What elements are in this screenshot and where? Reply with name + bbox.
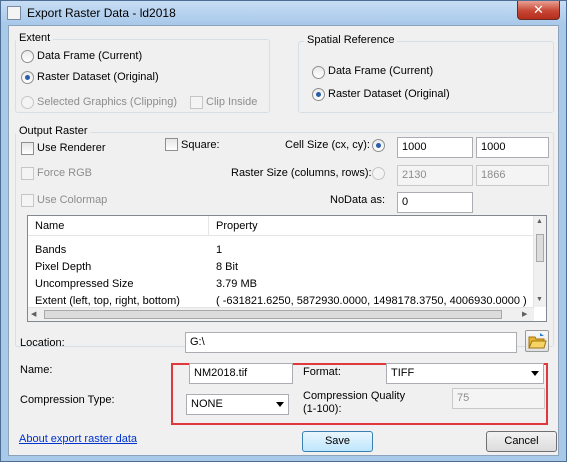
extent-data-frame-label: Data Frame (Current) [37,50,143,62]
property-value: 3.79 MB [216,278,257,290]
window-title: Export Raster Data - ld2018 [27,6,176,20]
vertical-scroll-thumb[interactable] [536,234,544,262]
column-header-property[interactable]: Property [216,220,258,232]
nodata-label: NoData as: [330,194,386,206]
chevron-down-icon [276,402,284,407]
spatial-reference-group [298,41,554,113]
scroll-left-icon[interactable]: ◀ [31,310,36,320]
format-selected-value: TIFF [391,367,415,379]
compression-quality-label-line1: Compression Quality [303,390,406,402]
sr-data-frame-radio[interactable] [312,66,325,79]
save-button[interactable]: Save [302,431,373,452]
location-input[interactable]: G:\ [185,332,517,353]
sr-raster-dataset-radio[interactable] [312,88,325,101]
chevron-down-icon [531,371,539,376]
extent-data-frame-radio[interactable] [21,50,34,63]
cell-size-cx-input[interactable]: 1000 [397,137,473,158]
square-checkbox[interactable] [165,138,178,151]
sr-data-frame-label: Data Frame (Current) [328,65,434,77]
column-header-name[interactable]: Name [35,220,64,232]
compression-type-selected-value: NONE [191,398,223,410]
raster-rows-input[interactable]: 1866 [476,165,549,186]
nodata-input[interactable]: 0 [397,192,473,213]
spatial-reference-group-label: Spatial Reference [304,34,398,46]
app-icon [7,6,21,20]
extent-raster-dataset-label: Raster Dataset (Original) [37,71,159,83]
location-label: Location: [20,337,65,349]
compression-quality-input[interactable]: 75 [452,388,545,409]
property-name: Bands [35,244,67,256]
cancel-button[interactable]: Cancel [486,431,557,452]
title-bar[interactable]: Export Raster Data - ld2018 ✕ [1,1,566,25]
scroll-down-icon[interactable]: ▼ [536,295,543,305]
open-folder-icon [528,333,547,349]
close-button[interactable]: ✕ [517,1,560,20]
raster-size-label: Raster Size (columns, rows): [231,167,372,179]
cell-size-cy-input[interactable]: 1000 [476,137,549,158]
format-label: Format: [303,366,341,378]
name-label: Name: [20,364,53,376]
compression-quality-label-line2: (1-100): [303,403,342,415]
cell-size-radio[interactable] [372,139,385,152]
sr-raster-dataset-label: Raster Dataset (Original) [328,88,450,100]
about-export-raster-link[interactable]: About export raster data [19,433,137,445]
property-name: Extent (left, top, right, bottom) [35,295,180,307]
square-label: Square: [181,139,220,151]
property-value: ( -631821.6250, 5872930.0000, 1498178.37… [216,295,527,307]
property-name: Pixel Depth [35,261,92,273]
clip-inside-checkbox[interactable] [190,96,203,109]
properties-vertical-scrollbar[interactable]: ▲ ▼ [533,216,546,307]
dialog-body: Extent Data Frame (Current) Raster Datas… [8,25,559,456]
export-raster-dialog: Export Raster Data - ld2018 ✕ Extent Dat… [0,0,567,462]
scroll-right-icon[interactable]: ▶ [522,310,527,320]
cell-size-label: Cell Size (cx, cy): [285,139,370,151]
use-colormap-label: Use Colormap [37,194,108,206]
force-rgb-label: Force RGB [37,167,93,179]
force-rgb-checkbox[interactable] [21,167,34,180]
output-raster-group-label: Output Raster [16,125,91,137]
compression-type-label: Compression Type: [20,394,115,406]
clip-inside-label: Clip Inside [206,96,258,108]
extent-raster-dataset-radio[interactable] [21,71,34,84]
use-renderer-checkbox[interactable] [21,142,34,155]
format-select[interactable]: TIFF [386,363,544,384]
browse-folder-button[interactable] [525,330,549,352]
extent-group-label: Extent [16,32,54,44]
raster-size-radio[interactable] [372,167,385,180]
properties-horizontal-scrollbar[interactable]: ◀ ▶ [28,307,534,321]
use-colormap-checkbox[interactable] [21,194,34,207]
scroll-up-icon[interactable]: ▲ [536,217,543,227]
horizontal-scroll-thumb[interactable] [44,310,502,319]
use-renderer-label: Use Renderer [37,142,106,154]
properties-header: Name Property [28,216,534,236]
extent-selected-graphics-label: Selected Graphics (Clipping) [37,96,178,108]
name-input[interactable]: NM2018.tif [189,363,293,384]
extent-selected-graphics-radio[interactable] [21,96,34,109]
property-value: 1 [216,244,223,256]
raster-columns-input[interactable]: 2130 [397,165,473,186]
properties-list[interactable]: Name Property Bands 1 Pixel Depth 8 Bit … [27,215,547,322]
property-name: Uncompressed Size [35,278,134,290]
compression-type-select[interactable]: NONE [186,394,289,415]
property-value: 8 Bit [216,261,239,273]
